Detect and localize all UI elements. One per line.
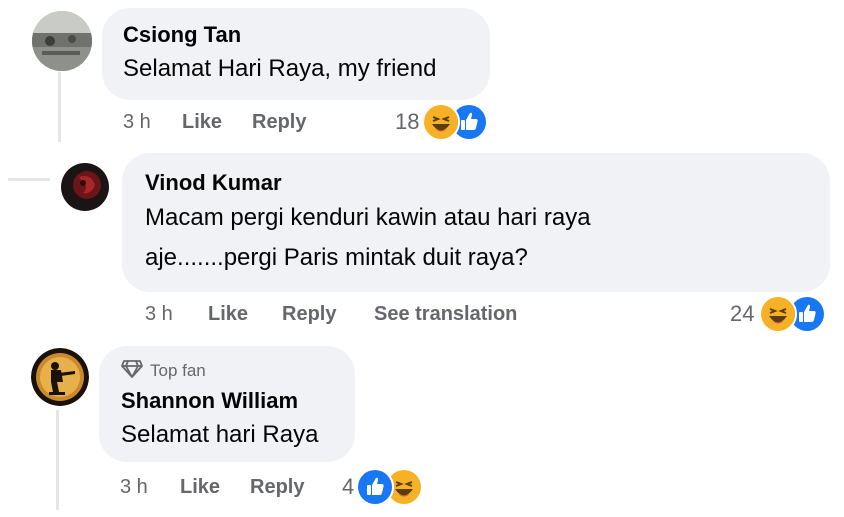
- reply-button[interactable]: Reply: [252, 111, 306, 134]
- like-button[interactable]: Like: [182, 111, 222, 134]
- like-button[interactable]: Like: [208, 303, 248, 326]
- comment-time[interactable]: 3 h: [123, 111, 151, 134]
- haha-icon[interactable]: [422, 103, 460, 141]
- reaction-count[interactable]: 4: [342, 474, 354, 500]
- avatar[interactable]: [32, 11, 92, 71]
- thread-line: [8, 178, 50, 181]
- haha-icon[interactable]: [759, 295, 797, 333]
- avatar[interactable]: [61, 163, 109, 211]
- comment-time[interactable]: 3 h: [145, 303, 173, 326]
- avatar[interactable]: [31, 348, 89, 406]
- like-button[interactable]: Like: [180, 476, 220, 499]
- comment-author[interactable]: Shannon William: [121, 388, 298, 414]
- comment-time[interactable]: 3 h: [120, 476, 148, 499]
- comment-text: aje.......pergi Paris mintak duit raya?: [145, 244, 528, 271]
- comment-author[interactable]: Csiong Tan: [123, 22, 241, 48]
- reaction-count[interactable]: 18: [395, 109, 419, 135]
- comment-author[interactable]: Vinod Kumar: [145, 170, 282, 196]
- comment-text: Selamat hari Raya: [121, 421, 319, 448]
- comment-text: Selamat Hari Raya, my friend: [123, 55, 437, 82]
- comment-text: Macam pergi kenduri kawin atau hari raya: [145, 204, 591, 231]
- like-icon[interactable]: [356, 468, 394, 506]
- reply-button[interactable]: Reply: [282, 303, 336, 326]
- see-translation-button[interactable]: See translation: [374, 303, 517, 326]
- thread-line: [58, 72, 61, 142]
- reaction-count[interactable]: 24: [730, 301, 754, 327]
- top-fan-badge: Top fan: [150, 361, 206, 380]
- thread-line: [56, 410, 59, 510]
- reply-button[interactable]: Reply: [250, 476, 304, 499]
- diamond-icon: [121, 359, 143, 384]
